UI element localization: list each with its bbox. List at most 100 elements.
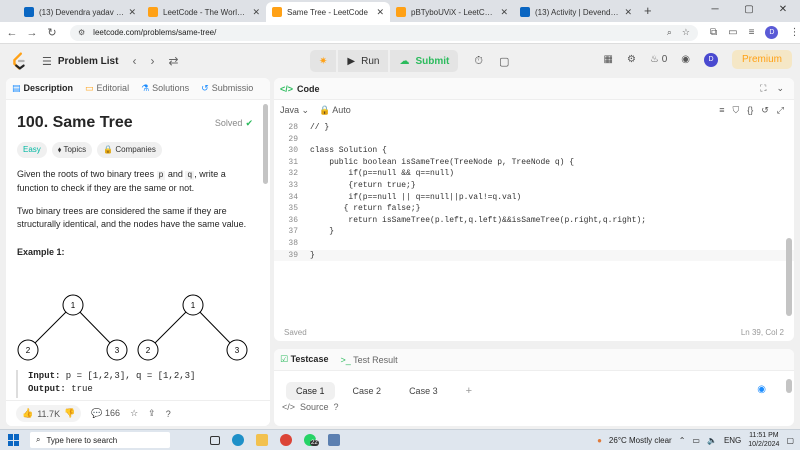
collapse-icon[interactable]: ⌄ [776, 83, 784, 94]
line-text: { return false;} [310, 204, 421, 214]
chrome-icon[interactable] [280, 434, 292, 446]
testcase-scrollbar[interactable] [786, 379, 792, 393]
more-icon[interactable]: ⋮ [789, 27, 799, 38]
windows-start-icon[interactable] [8, 434, 20, 446]
premium-button[interactable]: Premium [731, 50, 792, 69]
companies-chip[interactable]: 🔒 Companies [97, 142, 162, 158]
problem-list-button[interactable]: ☰ Problem List [42, 55, 118, 68]
extensions-icon[interactable]: ⧉ [710, 27, 717, 38]
run-button[interactable]: ▶ Run [338, 50, 389, 72]
comments-button[interactable]: 💬 166 [91, 408, 120, 419]
debug-button[interactable]: ✷ [310, 50, 337, 72]
case-tab-3[interactable]: Case 3 [399, 382, 448, 400]
eye-icon[interactable]: ◉ [757, 384, 766, 395]
auto-mode[interactable]: 🔒 Auto [319, 105, 351, 116]
coin-icon[interactable]: ◉ [681, 54, 690, 65]
volume-icon[interactable]: 🔈 [707, 436, 717, 445]
tab-editorial[interactable]: ▭ Editorial [85, 83, 129, 94]
task-view-icon[interactable] [210, 435, 220, 445]
app-icon[interactable] [328, 434, 340, 446]
submit-button[interactable]: ☁ Submit [390, 50, 459, 72]
case-tab-1[interactable]: Case 1 [286, 382, 335, 400]
language-select[interactable]: Java ⌄ [280, 105, 309, 116]
tab-description[interactable]: ▤ Description [12, 83, 73, 94]
weather-icon[interactable]: ● [597, 436, 602, 445]
chevron-up-icon[interactable]: ⌃ [679, 436, 686, 445]
new-tab-button[interactable]: + [638, 2, 658, 22]
bookmark-icon[interactable]: ⛉ [732, 105, 739, 116]
favorite-star-icon[interactable]: ☆ [130, 408, 138, 419]
description-scrollbar[interactable] [263, 104, 268, 184]
add-case-button[interactable]: + [456, 381, 482, 401]
close-tab-icon[interactable]: ✕ [128, 7, 136, 18]
example-io: Input: p = [1,2,3], q = [1,2,3] Output: … [16, 370, 266, 398]
reset-icon[interactable]: ↺ [761, 105, 769, 116]
menu-icon[interactable]: ≡ [749, 27, 755, 38]
network-icon[interactable]: ▭ [692, 436, 700, 445]
topics-chip[interactable]: ⬧ Topics [51, 142, 93, 158]
browser-tab[interactable]: LeetCode - The World's Leading ✕ [142, 2, 266, 22]
layout-icon[interactable]: ▦ [604, 54, 613, 65]
site-info-icon[interactable]: ⚙ [78, 28, 85, 37]
close-tab-icon[interactable]: ✕ [624, 7, 632, 18]
format-icon[interactable]: ≡ [719, 105, 724, 116]
taskbar-search-input[interactable]: ⌕ Type here to search [30, 432, 170, 448]
fullscreen-icon[interactable]: ⛶ [760, 83, 766, 94]
tab-submissions[interactable]: ↺ Submissio [201, 83, 253, 94]
zoom-icon[interactable]: ⌕ [667, 27, 672, 38]
share-icon[interactable]: ⇪ [148, 408, 156, 419]
code-brackets-icon: </> [280, 83, 294, 94]
browser-tab-active[interactable]: Same Tree - LeetCode ✕ [266, 2, 390, 22]
address-bar-row: ← → ↻ ⚙ leetcode.com/problems/same-tree/… [0, 22, 800, 44]
user-avatar[interactable]: D [703, 52, 718, 67]
thumbs-down-icon[interactable]: 👎 [64, 408, 75, 419]
source-link[interactable]: </> Source ? [274, 402, 339, 412]
clock[interactable]: 11:51 PM 10/2/2024 [748, 431, 779, 449]
expand-icon[interactable]: ⤢ [777, 105, 784, 116]
next-problem-icon[interactable]: › [150, 54, 154, 68]
editor-scrollbar[interactable] [786, 238, 792, 316]
prev-problem-icon[interactable]: ‹ [132, 54, 136, 68]
browser-tab[interactable]: (13) Devendra yadav | LinkedIn ✕ [18, 2, 142, 22]
close-window-icon[interactable]: ✕ [766, 0, 800, 20]
whatsapp-icon[interactable]: 22 [304, 434, 319, 446]
file-explorer-icon[interactable] [256, 434, 268, 446]
thumbs-up-icon[interactable]: 👍 [22, 408, 33, 419]
close-tab-icon[interactable]: ✕ [252, 7, 260, 18]
bookmark-star-icon[interactable]: ☆ [682, 27, 690, 38]
example-heading: Example 1: [17, 247, 65, 257]
url-field[interactable]: ⚙ leetcode.com/problems/same-tree/ ⌕ ☆ [70, 24, 698, 41]
help-icon[interactable]: ? [166, 409, 171, 419]
forward-icon[interactable]: → [24, 27, 40, 39]
reload-icon[interactable]: ↻ [44, 26, 60, 39]
settings-icon[interactable]: ⚙ [627, 54, 636, 65]
close-tab-icon[interactable]: ✕ [500, 7, 508, 18]
browser-tab[interactable]: pBTyboUViX - LeetCode Profile ✕ [390, 2, 514, 22]
language-indicator[interactable]: ENG [724, 436, 741, 445]
sidebar-icon[interactable]: ▭ [728, 27, 737, 38]
help-icon[interactable]: ? [334, 402, 339, 412]
profile-avatar[interactable]: D [765, 26, 779, 39]
code-editor[interactable]: 28 // } 29 30 class Solution { 31 public b… [274, 122, 794, 322]
minimize-icon[interactable]: ─ [698, 0, 732, 20]
tab-title: LeetCode - The World's Leading [163, 7, 248, 17]
edge-icon[interactable] [232, 434, 244, 446]
notifications-icon[interactable]: ▢ [786, 436, 794, 445]
timer-icon[interactable]: ⏱ [474, 55, 483, 68]
braces-icon[interactable]: {} [747, 105, 753, 116]
maximize-icon[interactable]: ▢ [732, 0, 766, 20]
browser-tab[interactable]: (13) Activity | Devendra yadav | ✕ [514, 2, 638, 22]
weather-text[interactable]: 26°C Mostly clear [609, 436, 672, 445]
tab-test-result[interactable]: >_ Test Result [340, 355, 397, 365]
streak-counter[interactable]: ♨ 0 [650, 54, 667, 65]
back-icon[interactable]: ← [4, 27, 20, 39]
tab-solutions[interactable]: ⚗ Solutions [141, 83, 189, 94]
notes-icon[interactable]: ▢ [499, 55, 509, 68]
leetcode-logo-icon[interactable] [8, 50, 30, 72]
line-text: public boolean isSameTree(TreeNode p, Tr… [310, 157, 575, 167]
solved-label: Solved [214, 117, 243, 128]
tab-testcase[interactable]: ☑ Testcase [280, 354, 328, 365]
shuffle-icon[interactable]: ⇄ [168, 54, 178, 68]
close-tab-icon[interactable]: ✕ [376, 7, 384, 18]
case-tab-2[interactable]: Case 2 [343, 382, 392, 400]
